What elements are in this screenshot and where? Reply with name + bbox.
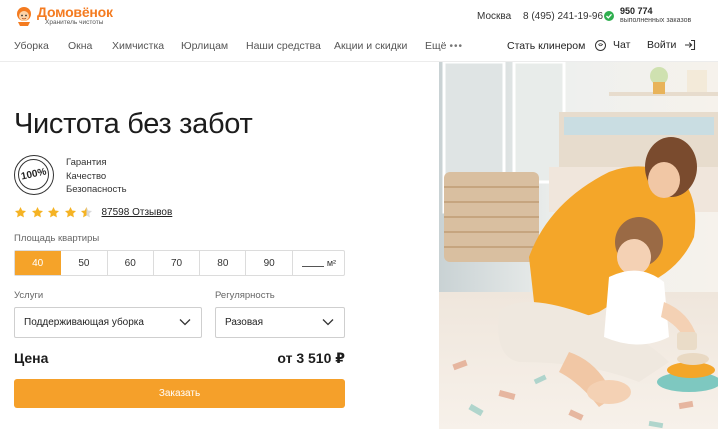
area-label: Площадь квартиры xyxy=(14,233,100,244)
area-option-90[interactable]: 90 xyxy=(246,251,293,275)
price-value: от 3 510 ₽ xyxy=(277,350,345,366)
feature-item: Безопасность xyxy=(66,184,127,195)
logo-tagline: Хранитель чистоты xyxy=(45,19,104,27)
top-bar: Домовёнок Хранитель чистоты Москва 8 (49… xyxy=(0,0,718,32)
star-icon xyxy=(14,206,27,218)
guarantee-badge-icon: 100% xyxy=(14,155,54,195)
star-half-icon xyxy=(80,206,93,218)
orders-counter: 950 774 выполненных заказов xyxy=(604,7,691,24)
nav-item-windows[interactable]: Окна xyxy=(68,40,92,52)
logo-name: Домовёнок xyxy=(37,4,113,21)
phone-link[interactable]: 8 (495) 241-19-96 xyxy=(523,11,603,22)
star-icon xyxy=(31,206,43,218)
order-button[interactable]: Заказать xyxy=(14,379,345,408)
feature-item: Качество xyxy=(66,170,107,182)
login-icon xyxy=(685,39,696,51)
rating: 87598 Отзывов xyxy=(14,206,172,219)
house-elf-logo-icon xyxy=(14,5,34,27)
nav-more-label: Ещё xyxy=(425,40,447,52)
check-icon xyxy=(604,10,614,21)
nav-item-business[interactable]: Юрлицам xyxy=(181,40,228,52)
price-label: Цена xyxy=(14,350,49,366)
features-list: Гарантия Качество Безопасность xyxy=(66,156,127,197)
area-option-40[interactable]: 40 xyxy=(15,251,62,275)
page-title: Чистота без забот xyxy=(14,108,253,140)
city-selector[interactable]: Москва xyxy=(477,11,511,22)
feature-item: Гарантия xyxy=(66,157,107,168)
badge-text: 100% xyxy=(19,166,48,183)
nav-item-dry-cleaning[interactable]: Химчистка xyxy=(112,40,164,52)
chat-icon xyxy=(595,39,606,51)
star-icon xyxy=(47,206,60,218)
chevron-down-icon xyxy=(322,319,334,326)
hero-photo xyxy=(439,62,718,429)
area-unit: м² xyxy=(326,258,336,268)
services-label: Услуги xyxy=(14,290,44,301)
regularity-select[interactable]: Разовая xyxy=(215,307,345,338)
nav-item-products[interactable]: Наши средства xyxy=(246,40,321,52)
nav-item-promotions[interactable]: Акции и скидки xyxy=(334,40,407,52)
star-icon xyxy=(64,206,76,218)
login-button[interactable]: Войти xyxy=(647,39,696,51)
logo[interactable]: Домовёнок Хранитель чистоты xyxy=(14,5,113,27)
chat-button[interactable]: Чат xyxy=(595,39,630,51)
area-option-60[interactable]: 60 xyxy=(107,251,154,275)
services-select[interactable]: Поддерживающая уборка xyxy=(14,307,202,338)
area-option-50[interactable]: 50 xyxy=(61,251,108,275)
chat-label: Чат xyxy=(613,39,631,51)
area-selector: 40 50 60 70 80 90 м² xyxy=(14,250,345,276)
chevron-down-icon xyxy=(179,319,191,326)
regularity-value: Разовая xyxy=(225,317,263,328)
reviews-link[interactable]: 87598 Отзывов xyxy=(102,207,173,218)
main-nav: Уборка Окна Химчистка Юрлицам Наши средс… xyxy=(0,32,718,62)
nav-item-more[interactable]: Ещё ••• xyxy=(425,40,463,52)
become-cleaner-link[interactable]: Стать клинером xyxy=(507,40,585,52)
area-option-80[interactable]: 80 xyxy=(200,251,247,275)
area-option-70[interactable]: 70 xyxy=(153,251,201,275)
more-dots-icon: ••• xyxy=(449,41,463,52)
regularity-label: Регулярность xyxy=(215,290,275,301)
login-label: Войти xyxy=(647,39,677,51)
orders-label: выполненных заказов xyxy=(620,17,692,24)
area-input-line xyxy=(301,259,324,267)
services-value: Поддерживающая уборка xyxy=(24,317,144,328)
area-custom-input[interactable]: м² xyxy=(293,251,344,275)
orders-count: 950 774 xyxy=(620,6,653,16)
nav-item-cleaning[interactable]: Уборка xyxy=(14,40,49,52)
